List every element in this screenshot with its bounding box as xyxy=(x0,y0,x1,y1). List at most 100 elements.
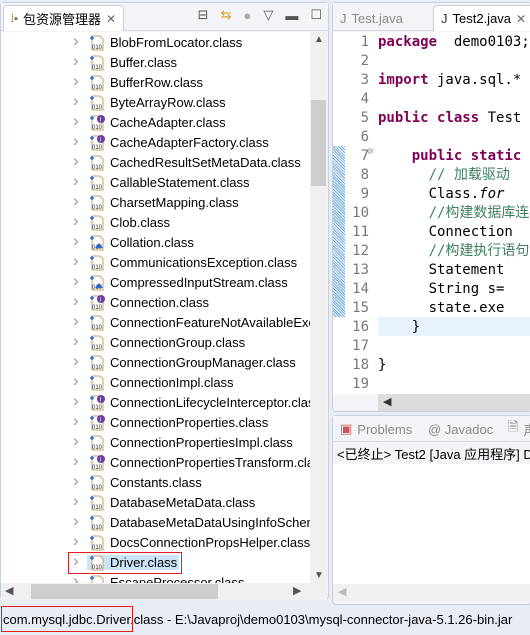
editor-horizontal-scrollbar[interactable]: ◀ xyxy=(378,394,530,411)
tree-item[interactable]: › Buffer.class 010 xyxy=(1,51,310,73)
tab-package-explorer[interactable]: ⁞▪ 包资源管理器 ✕ xyxy=(3,5,125,31)
expand-chevron-icon[interactable]: › xyxy=(73,191,79,211)
tree-item[interactable]: › ConnectionImpl.class 010 xyxy=(1,371,310,393)
tree-item[interactable]: › ConnectionLifecycleInterceptor.clas 010 I xyxy=(1,391,310,413)
scroll-left-icon[interactable]: ◀ xyxy=(383,395,391,408)
expand-chevron-icon[interactable]: › xyxy=(73,271,79,291)
line-number: 19 xyxy=(352,376,369,392)
svg-text:010: 010 xyxy=(92,145,103,151)
tree-item[interactable]: › Driver.class 010 xyxy=(1,551,310,574)
expand-chevron-icon[interactable]: › xyxy=(73,211,79,231)
tree-item[interactable]: › CallableStatement.class 010 xyxy=(1,171,310,193)
tree-item[interactable]: › CachedResultSetMetaData.class 010 xyxy=(1,151,310,173)
code-token: Class. xyxy=(378,186,480,202)
link-with-editor-icon[interactable]: ⇆ xyxy=(221,7,232,23)
tree-item[interactable]: › CompressedInputStream.class 010 xyxy=(1,271,310,293)
tree-item[interactable]: › ByteArrayRow.class 010 xyxy=(1,91,310,113)
line-number: 17 xyxy=(352,338,369,354)
minimize-icon[interactable]: ▬ xyxy=(285,8,298,23)
line-number: 4 xyxy=(360,91,369,107)
expand-chevron-icon[interactable]: › xyxy=(73,391,79,411)
svg-text:010: 010 xyxy=(92,305,103,311)
expand-chevron-icon[interactable]: › xyxy=(73,531,79,551)
maximize-icon[interactable]: ☐ xyxy=(310,7,322,23)
tree-item[interactable]: › BufferRow.class 010 xyxy=(1,71,310,93)
expand-chevron-icon[interactable]: › xyxy=(73,371,79,391)
tree-item[interactable]: › ConnectionGroupManager.class 010 xyxy=(1,351,310,373)
code-token: state.exe xyxy=(378,300,505,316)
tab-declaration[interactable]: 🗎 声 xyxy=(501,416,530,442)
tree-item[interactable]: › Clob.class 010 xyxy=(1,211,310,233)
expand-chevron-icon[interactable]: › xyxy=(73,171,79,191)
expand-chevron-icon[interactable]: › xyxy=(73,511,79,531)
scroll-left-icon[interactable]: ◀ xyxy=(5,584,13,597)
collapse-all-icon[interactable]: ⊟ xyxy=(198,7,209,23)
horizontal-scrollbar[interactable]: ◀ ▶ xyxy=(1,583,327,600)
focus-icon[interactable]: ● xyxy=(243,8,251,23)
tree-item[interactable]: › CacheAdapterFactory.class 010 I xyxy=(1,131,310,153)
expand-chevron-icon[interactable]: › xyxy=(73,331,79,351)
tree-item[interactable]: › ConnectionPropertiesTransform.cla 010 I xyxy=(1,451,310,473)
line-number: 14 xyxy=(352,281,369,297)
scrollbar-thumb[interactable] xyxy=(311,100,326,186)
tree-item[interactable]: › CharsetMapping.class 010 xyxy=(1,191,310,213)
tree-item[interactable]: › Collation.class 010 xyxy=(1,231,310,253)
tree-item[interactable]: › ConnectionPropertiesImpl.class 010 xyxy=(1,431,310,453)
expand-chevron-icon[interactable]: › xyxy=(73,91,79,111)
scroll-left-icon[interactable]: ◀ xyxy=(338,585,346,598)
tree-item[interactable]: › DocsConnectionPropsHelper.class 010 xyxy=(1,531,310,553)
close-icon[interactable]: ✕ xyxy=(516,12,526,26)
expand-chevron-icon[interactable]: › xyxy=(73,131,79,151)
expand-chevron-icon[interactable]: › xyxy=(73,571,79,583)
tree-item[interactable]: › DatabaseMetaDataUsingInfoScher 010 xyxy=(1,511,310,533)
tree-item[interactable]: › Constants.class 010 xyxy=(1,471,310,493)
expand-chevron-icon[interactable]: › xyxy=(73,551,79,571)
vertical-scrollbar[interactable]: ▲ ▼ xyxy=(310,32,327,583)
tree-item[interactable]: › ConnectionGroup.class 010 xyxy=(1,331,310,353)
tree-item-label: CacheAdapterFactory.class xyxy=(110,135,269,150)
console-horizontal-scrollbar[interactable]: ◀ xyxy=(333,584,530,601)
scroll-right-icon[interactable]: ▶ xyxy=(293,584,301,597)
expand-chevron-icon[interactable]: › xyxy=(73,491,79,511)
tree-item[interactable]: › CommunicationsException.class 010 xyxy=(1,251,310,273)
expand-chevron-icon[interactable]: › xyxy=(73,51,79,71)
expand-chevron-icon[interactable]: › xyxy=(73,32,79,51)
close-icon[interactable]: ✕ xyxy=(106,12,116,26)
tab-javadoc[interactable]: @ Javadoc xyxy=(421,416,500,442)
scrollbar-thumb[interactable] xyxy=(31,584,218,599)
expand-chevron-icon[interactable]: › xyxy=(73,451,79,471)
expand-chevron-icon[interactable]: › xyxy=(73,231,79,251)
console-panel: ▣ Problems @ Javadoc 🗎 声 <已终止> Test2 [Ja… xyxy=(332,415,530,605)
tree-item[interactable]: › EscapeProcessor.class 010 xyxy=(1,571,310,583)
tree-item-label: Clob.class xyxy=(110,215,170,230)
scroll-down-icon[interactable]: ▼ xyxy=(314,570,324,581)
expand-chevron-icon[interactable]: › xyxy=(73,411,79,431)
code-editor[interactable]: 1 package demo0103; 2 3 import java.sql.* 4 5 p… xyxy=(333,32,530,394)
view-menu-icon[interactable]: ▽ xyxy=(263,7,273,23)
expand-chevron-icon[interactable]: › xyxy=(73,291,79,311)
tree-item[interactable]: › BlobFromLocator.class 010 xyxy=(1,32,310,53)
fold-icon[interactable]: ⊖ xyxy=(367,146,373,157)
tab-test-java[interactable]: J Test.java xyxy=(333,5,410,31)
tab-problems[interactable]: ▣ Problems xyxy=(333,416,419,442)
expand-chevron-icon[interactable]: › xyxy=(73,111,79,131)
expand-chevron-icon[interactable]: › xyxy=(73,351,79,371)
expand-chevron-icon[interactable]: › xyxy=(73,71,79,91)
tree-item[interactable]: › ConnectionProperties.class 010 I xyxy=(1,411,310,433)
scroll-up-icon[interactable]: ▲ xyxy=(314,34,324,45)
tab-test2-java[interactable]: J Test2.java ✕ xyxy=(433,5,530,31)
expand-chevron-icon[interactable]: › xyxy=(73,251,79,271)
line-number: 11 xyxy=(352,224,369,240)
expand-chevron-icon[interactable]: › xyxy=(73,151,79,171)
tree-item[interactable]: › Connection.class 010 I xyxy=(1,291,310,313)
code-line: // 加载驱动 xyxy=(378,166,530,185)
expand-chevron-icon[interactable]: › xyxy=(73,311,79,331)
tree-item[interactable]: › DatabaseMetaData.class 010 xyxy=(1,491,310,513)
tree-item[interactable]: › ConnectionFeatureNotAvailableExc 010 xyxy=(1,311,310,333)
tree-item[interactable]: › CacheAdapter.class 010 I xyxy=(1,111,310,133)
expand-chevron-icon[interactable]: › xyxy=(73,431,79,451)
console-header: <已终止> Test2 [Java 应用程序] D: xyxy=(337,447,530,462)
console-output[interactable] xyxy=(333,464,530,584)
expand-chevron-icon[interactable]: › xyxy=(73,471,79,491)
